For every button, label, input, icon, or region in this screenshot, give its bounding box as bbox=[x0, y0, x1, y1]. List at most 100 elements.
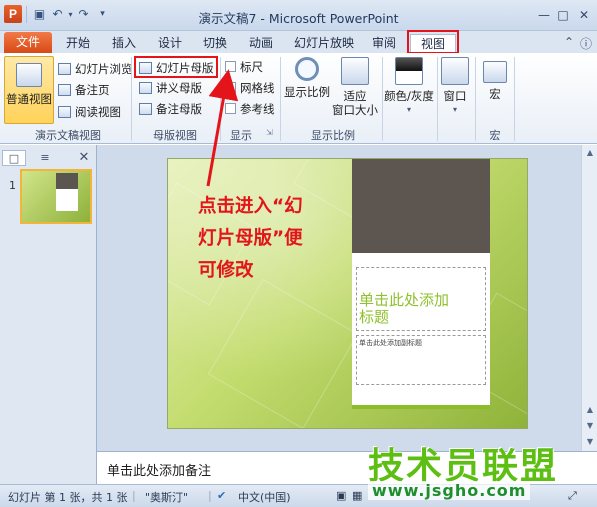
view-sorter-status-icon[interactable]: ▦ bbox=[352, 489, 362, 502]
annotation-line-2: 灯片母版”便 bbox=[198, 228, 303, 249]
subtitle-placeholder-text: 单击此处添加副标题 bbox=[359, 339, 422, 347]
macros-icon bbox=[483, 61, 507, 83]
fit-to-window-button[interactable]: 适应 窗口大小 bbox=[332, 57, 378, 117]
color-grayscale-label: 颜色/灰度 bbox=[384, 89, 434, 103]
handout-master-button[interactable]: 讲义母版 bbox=[139, 80, 202, 97]
close-button[interactable]: ✕ bbox=[574, 6, 594, 24]
gridlines-label: 网格线 bbox=[240, 81, 275, 95]
view-normal-status-icon[interactable]: ▣ bbox=[336, 489, 346, 502]
title-bar: P ▣ ↶ ▾ ↷ ▾ 演示文稿7 - Microsoft PowerPoint… bbox=[0, 0, 597, 31]
magnifier-icon bbox=[295, 57, 319, 81]
tab-slides-thumbnails[interactable]: □ bbox=[2, 150, 26, 166]
ruler-label: 标尺 bbox=[240, 60, 263, 74]
reading-view-button[interactable]: 阅读视图 bbox=[58, 104, 121, 121]
thumb-white-block bbox=[56, 189, 78, 211]
scroll-prev-icon[interactable]: ▲ bbox=[585, 405, 595, 415]
spellcheck-icon[interactable]: ✔ bbox=[217, 489, 226, 502]
tab-file[interactable]: 文件 bbox=[4, 32, 52, 53]
zoom-button[interactable]: 显示比例 bbox=[284, 57, 330, 99]
guides-checkbox[interactable]: 参考线 bbox=[225, 101, 275, 118]
status-theme: "奥斯汀" bbox=[145, 491, 189, 504]
slide-editing-area: 单击此处添加 标题 单击此处添加副标题 点击进入“幻 灯片母版”便 可修改 ▲ ▲… bbox=[97, 145, 597, 451]
window-icon bbox=[441, 57, 469, 85]
pane-tabs: □ ≡ ✕ bbox=[0, 148, 96, 168]
window-label: 窗口 bbox=[443, 89, 467, 103]
notes-master-icon bbox=[139, 102, 152, 115]
title-placeholder[interactable]: 单击此处添加 标题 bbox=[356, 267, 486, 331]
hex-decoration bbox=[207, 278, 359, 428]
scroll-next-icon[interactable]: ▼ bbox=[585, 421, 595, 431]
notes-master-label: 备注母版 bbox=[156, 102, 202, 116]
help-icon[interactable]: ⓘ bbox=[580, 35, 592, 52]
slide-sorter-button[interactable]: 幻灯片浏览 bbox=[58, 61, 133, 78]
ribbon-tabs: 文件 开始 插入 设计 切换 动画 幻灯片放映 审阅 视图 bbox=[0, 31, 597, 53]
title-line-1: 单击此处添加 bbox=[359, 291, 450, 309]
annotation-line-3: 可修改 bbox=[198, 260, 254, 281]
color-grayscale-button[interactable]: 颜色/灰度 ▾ bbox=[384, 57, 434, 117]
slide-dark-panel bbox=[352, 159, 490, 253]
notes-master-button[interactable]: 备注母版 bbox=[139, 101, 202, 118]
site-watermark: 技术员联盟 www.jsgho.com bbox=[368, 437, 588, 500]
gridlines-checkbox[interactable]: 网格线 bbox=[225, 80, 275, 97]
color-dropdown-icon: ▾ bbox=[406, 105, 411, 114]
macros-button[interactable]: 宏 bbox=[479, 61, 511, 101]
tab-design[interactable]: 设计 bbox=[152, 34, 188, 53]
tab-review[interactable]: 审阅 bbox=[366, 34, 402, 53]
slide-sorter-label: 幻灯片浏览 bbox=[75, 62, 133, 76]
reading-view-label: 阅读视图 bbox=[75, 105, 121, 119]
slide-green-bar bbox=[352, 405, 490, 409]
zoom-label: 显示比例 bbox=[284, 85, 330, 99]
annotation-line-1: 点击进入“幻 bbox=[198, 196, 303, 217]
fit-window-label-1: 适应 bbox=[343, 89, 367, 103]
group-label-presentation-views: 演示文稿视图 bbox=[35, 129, 101, 142]
group-separator bbox=[437, 57, 438, 141]
group-separator bbox=[220, 57, 221, 141]
tab-transitions[interactable]: 切换 bbox=[197, 34, 233, 53]
status-separator: | bbox=[132, 489, 136, 502]
title-line-2: 标题 bbox=[359, 308, 390, 326]
group-label-master-views: 母版视图 bbox=[153, 129, 197, 142]
status-language[interactable]: 中文(中国) bbox=[238, 489, 291, 505]
slide-master-highlight-box bbox=[134, 56, 218, 78]
notes-page-icon bbox=[58, 83, 71, 96]
fit-window-label-2: 窗口大小 bbox=[332, 103, 378, 117]
slides-pane: □ ≡ ✕ 1 bbox=[0, 145, 97, 484]
scroll-up-icon[interactable]: ▲ bbox=[585, 148, 595, 158]
minimize-button[interactable]: — bbox=[534, 6, 554, 24]
gridlines-check-icon bbox=[225, 82, 236, 93]
normal-view-label: 普通视图 bbox=[6, 92, 52, 106]
instruction-annotation: 点击进入“幻 灯片母版”便 可修改 bbox=[198, 191, 338, 287]
watermark-url: www.jsgho.com bbox=[368, 481, 531, 500]
thumb-dark-block bbox=[56, 173, 78, 189]
group-label-macros: 宏 bbox=[489, 129, 501, 142]
vertical-scrollbar[interactable]: ▲ ▲ ▼ ▼ bbox=[581, 145, 597, 451]
tab-home[interactable]: 开始 bbox=[60, 34, 96, 53]
tab-insert[interactable]: 插入 bbox=[106, 34, 142, 53]
ribbon: 普通视图 幻灯片浏览 备注页 阅读视图 演示文稿视图 幻灯片母版 讲义母版 备注… bbox=[0, 53, 597, 144]
group-label-show: 显示 bbox=[230, 129, 252, 142]
maximize-button[interactable]: □ bbox=[553, 6, 573, 24]
notes-page-button[interactable]: 备注页 bbox=[58, 82, 110, 99]
ruler-checkbox[interactable]: 标尺 bbox=[225, 59, 263, 76]
notes-placeholder: 单击此处添加备注 bbox=[107, 464, 212, 479]
macros-label: 宏 bbox=[489, 87, 501, 101]
close-pane-icon[interactable]: ✕ bbox=[76, 150, 92, 166]
notes-page-label: 备注页 bbox=[75, 83, 110, 97]
handout-master-icon bbox=[139, 81, 152, 94]
fit-window-icon bbox=[341, 57, 369, 85]
show-dialog-launcher-icon[interactable]: ⇲ bbox=[266, 128, 273, 137]
view-tab-highlight-box bbox=[407, 30, 459, 54]
slide-thumbnail[interactable] bbox=[20, 169, 92, 224]
slide-canvas[interactable]: 单击此处添加 标题 单击此处添加副标题 点击进入“幻 灯片母版”便 可修改 bbox=[167, 158, 528, 429]
normal-view-button[interactable]: 普通视图 bbox=[4, 56, 54, 124]
color-grayscale-icon bbox=[395, 57, 423, 85]
tab-slideshow[interactable]: 幻灯片放映 bbox=[293, 34, 355, 53]
group-label-zoom: 显示比例 bbox=[311, 129, 355, 142]
window-button[interactable]: 窗口 ▾ bbox=[440, 57, 470, 117]
tab-outline[interactable]: ≡ bbox=[30, 150, 60, 166]
tab-animations[interactable]: 动画 bbox=[243, 34, 279, 53]
subtitle-placeholder[interactable]: 单击此处添加副标题 bbox=[356, 335, 486, 385]
guides-label: 参考线 bbox=[240, 102, 275, 116]
help-caret-icon[interactable]: ⌃ bbox=[564, 35, 574, 49]
slide-sorter-icon bbox=[58, 62, 71, 75]
